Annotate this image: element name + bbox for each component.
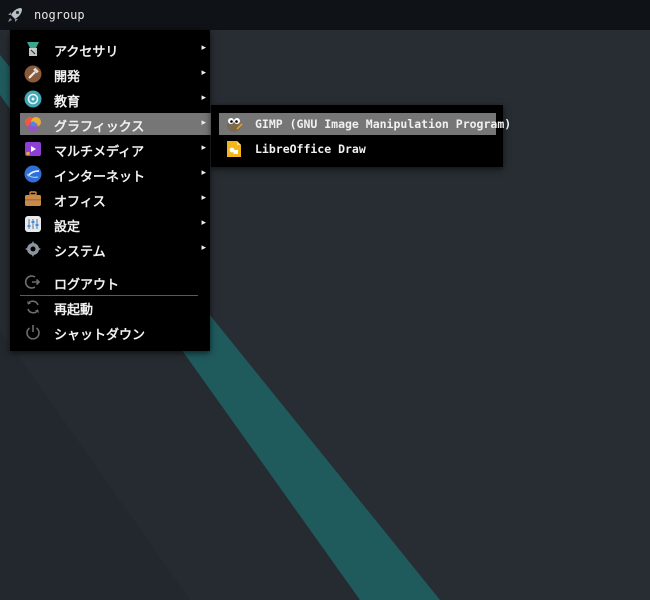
system-icon (25, 241, 41, 257)
logout-icon (24, 275, 41, 289)
chevron-right-icon: ▸ (201, 243, 206, 253)
chevron-right-icon: ▸ (201, 143, 206, 153)
menu-item-education[interactable]: 教育 ▸ (20, 88, 212, 110)
chevron-right-icon: ▸ (201, 93, 206, 103)
rocket-icon[interactable] (6, 6, 24, 24)
libreoffice-draw-icon (227, 141, 241, 157)
gimp-icon (227, 118, 243, 132)
menu-item-multimedia[interactable]: マルチメディア ▸ (20, 138, 212, 160)
chevron-right-icon: ▸ (201, 118, 206, 128)
chevron-right-icon: ▸ (201, 218, 206, 228)
submenu-item-libreoffice-draw[interactable]: LibreOffice Draw (219, 138, 496, 160)
education-icon (24, 90, 42, 108)
menu-item-development[interactable]: 開発 ▸ (20, 63, 212, 85)
accessories-icon (27, 42, 39, 56)
menu-item-internet[interactable]: インターネット ▸ (20, 163, 212, 185)
menu-item-settings[interactable]: 設定 ▸ (20, 213, 212, 235)
menu-action-restart[interactable]: 再起動 (20, 296, 212, 318)
chevron-right-icon: ▸ (201, 68, 206, 78)
chevron-right-icon: ▸ (201, 43, 206, 53)
graphics-submenu: GIMP (GNU Image Manipulation Program) Li… (211, 105, 511, 167)
topbar-title: nogroup (34, 8, 85, 22)
chevron-right-icon: ▸ (201, 168, 206, 178)
restart-icon (27, 300, 39, 314)
menu-item-office[interactable]: オフィス ▸ (20, 188, 212, 210)
application-menu: アクセサリ ▸ 開発 ▸ 教育 ▸ グラフィックス ▸ マルチメディア ▸ イン… (10, 30, 212, 351)
settings-icon (25, 216, 41, 232)
menu-item-accessories[interactable]: アクセサリ ▸ (20, 38, 212, 60)
menu-action-logout[interactable]: ログアウト (20, 271, 212, 293)
multimedia-icon (25, 142, 41, 156)
graphics-icon (25, 117, 41, 132)
office-icon (25, 191, 41, 206)
submenu-item-gimp[interactable]: GIMP (GNU Image Manipulation Program) (219, 113, 511, 135)
internet-icon (24, 165, 42, 183)
shutdown-icon (26, 325, 40, 340)
top-panel: nogroup (0, 0, 650, 30)
chevron-right-icon: ▸ (201, 193, 206, 203)
menu-item-system[interactable]: システム ▸ (20, 238, 212, 260)
menu-item-graphics[interactable]: グラフィックス ▸ (20, 113, 212, 135)
menu-action-shutdown[interactable]: シャットダウン (20, 321, 212, 343)
development-icon (24, 65, 42, 83)
